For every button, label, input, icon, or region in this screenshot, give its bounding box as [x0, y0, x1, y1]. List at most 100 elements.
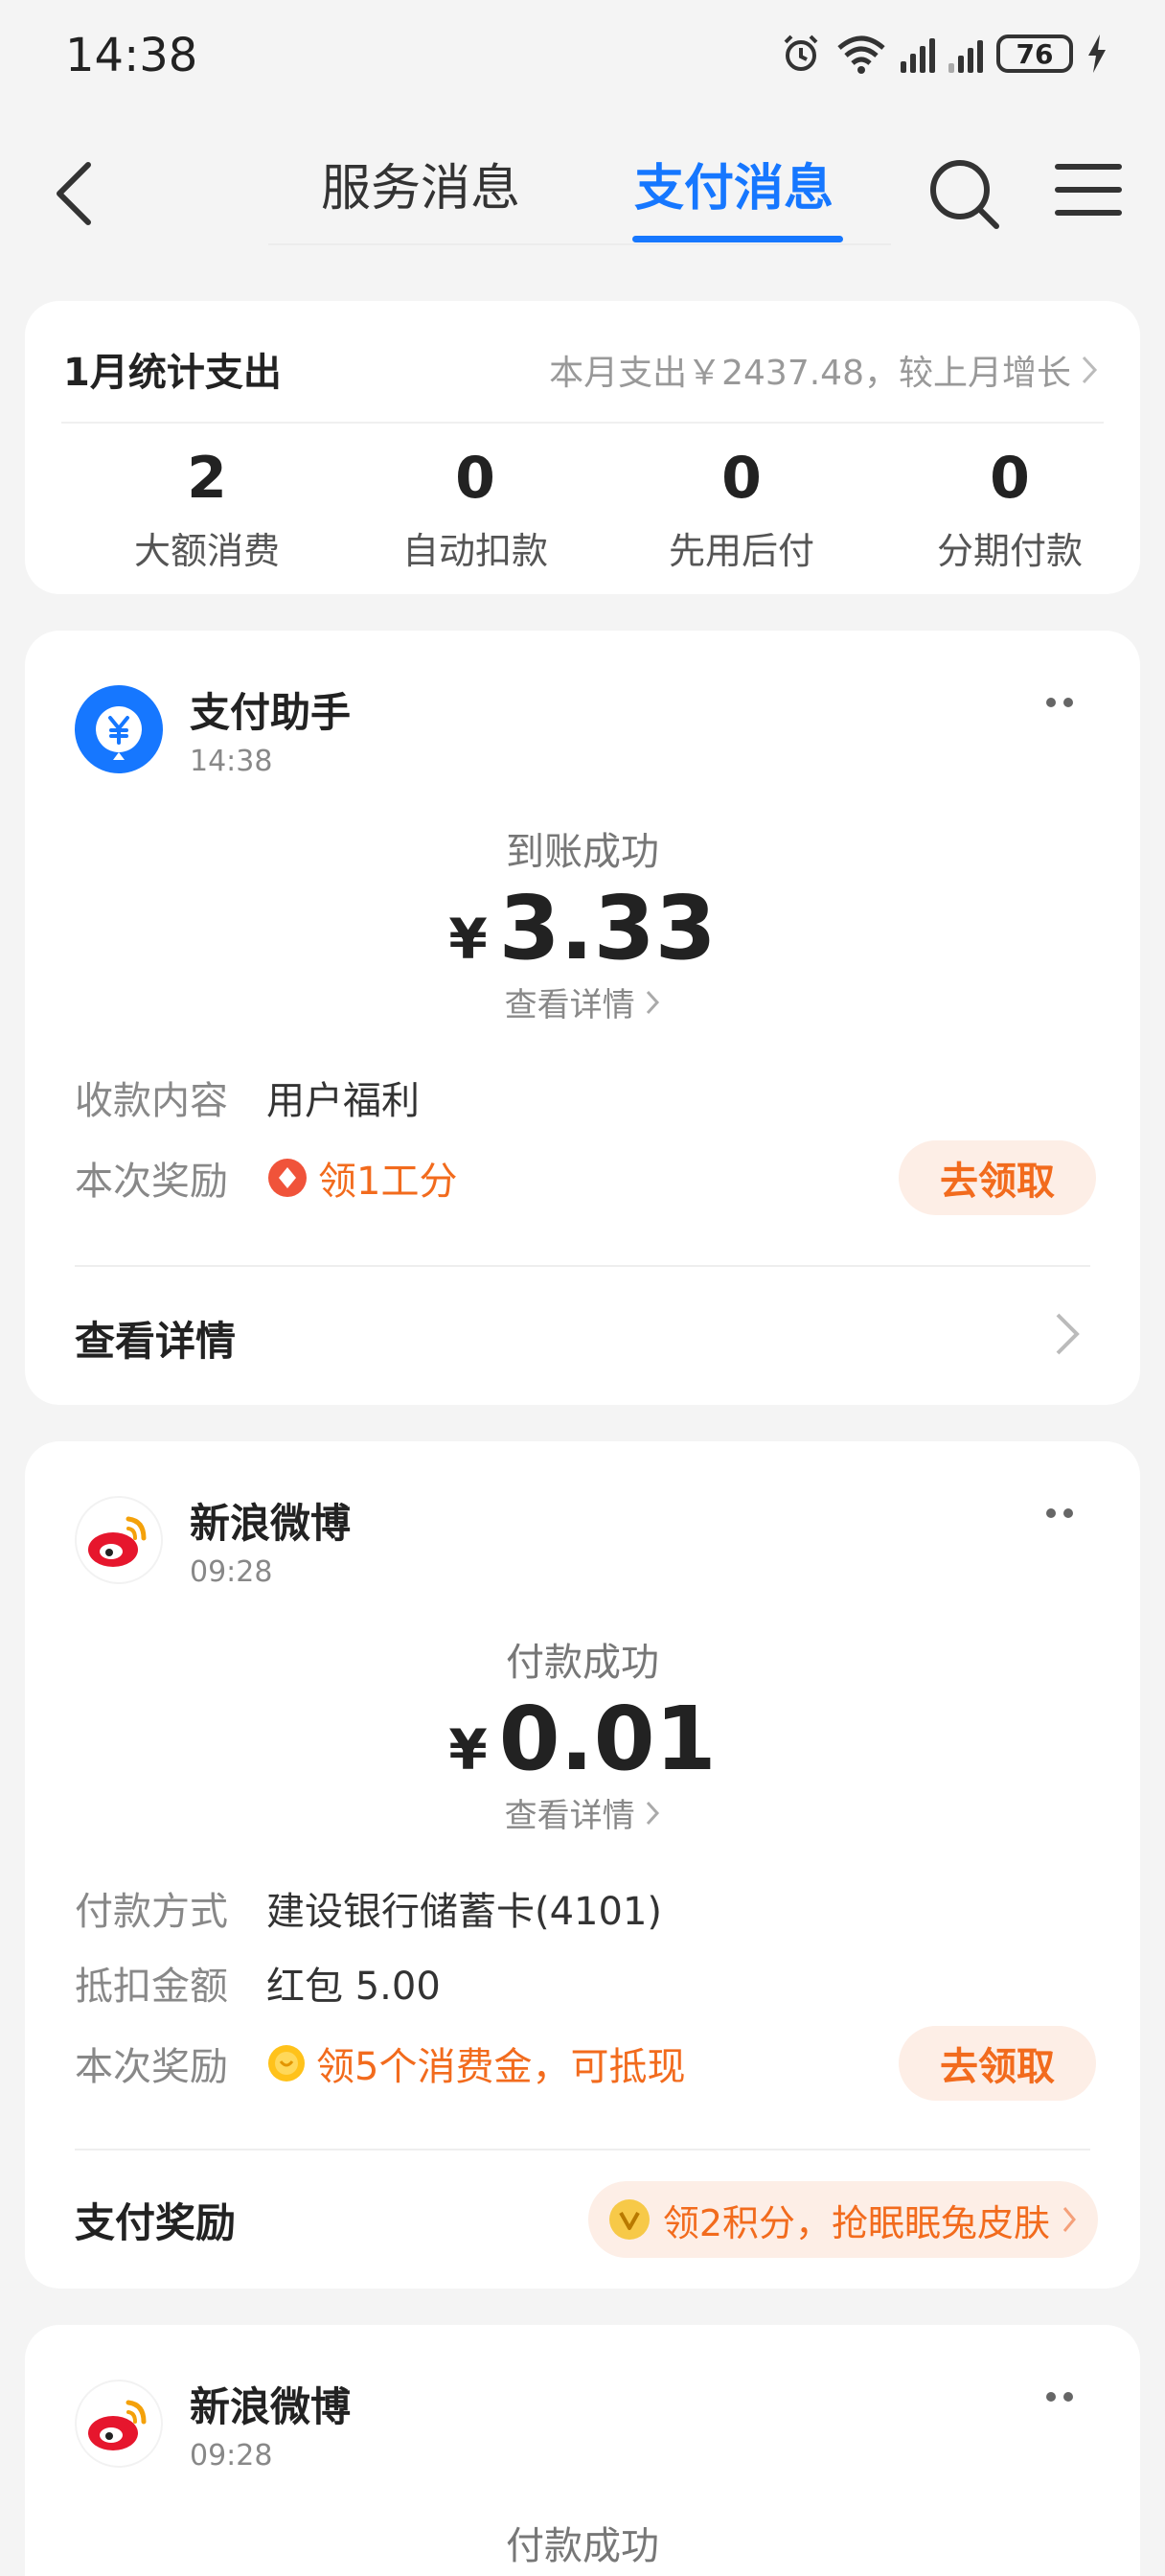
search-icon[interactable] [925, 155, 1002, 232]
info-row: 付款方式 建设银行储蓄卡(4101) [75, 1880, 662, 1936]
chevron-right-icon [647, 991, 660, 1015]
row-key: 收款内容 [75, 1079, 228, 1123]
active-tab-indicator [632, 236, 843, 242]
tab-service-messages[interactable]: 服务消息 [321, 148, 520, 219]
stat-value: 0 [721, 445, 762, 512]
back-arrow-icon[interactable] [52, 159, 98, 228]
weibo-logo-icon [88, 2400, 147, 2450]
view-details-label: 查看详情 [504, 986, 635, 1025]
view-details-link[interactable]: 查看详情 [25, 978, 1140, 1025]
footer-view-details[interactable]: 查看详情 [75, 1309, 236, 1368]
info-row: 本次奖励 领5个消费金，可抵现 [75, 2036, 685, 2091]
nav-bar: 服务消息 支付消息 [0, 115, 1165, 259]
stat-label: 大额消费 [133, 530, 280, 572]
summary-description[interactable]: 本月支出￥2437.48，较上月增长 [549, 345, 1098, 395]
yuan-icon [96, 706, 142, 760]
more-options-icon[interactable] [1046, 2392, 1073, 2402]
payment-assistant-avatar [75, 685, 163, 773]
stat-value: 2 [187, 445, 227, 512]
more-options-icon[interactable] [1046, 698, 1073, 707]
divider [61, 422, 1104, 424]
currency-symbol: ¥ [448, 1717, 488, 1782]
reward-text: 领5个消费金，可抵现 [266, 2036, 685, 2091]
stat-label: 先用后付 [668, 530, 814, 572]
points-badge-icon [608, 2199, 650, 2240]
message-time: 09:28 [190, 2439, 273, 2472]
stat-pay-later[interactable]: 0 先用后付 [627, 445, 857, 574]
status-bar: 14:38 76 [0, 0, 1165, 115]
amount-value: 3.33 [498, 877, 717, 979]
row-key: 本次奖励 [75, 2045, 228, 2089]
stat-auto-deduct[interactable]: 0 自动扣款 [360, 445, 590, 574]
info-row: 收款内容 用户福利 [75, 1070, 420, 1125]
reward-value: 领5个消费金，可抵现 [316, 2045, 686, 2089]
info-row: 抵扣金额 红包 5.00 [75, 1955, 441, 2011]
status-icons: 76 [780, 33, 1108, 75]
tab-divider [268, 243, 891, 245]
claim-button[interactable]: 去领取 [899, 2026, 1096, 2101]
promo-pill[interactable]: 领2积分，抢眠眠兔皮肤 [587, 2181, 1098, 2258]
chevron-right-icon[interactable] [1050, 1309, 1085, 1359]
divider [75, 2149, 1090, 2150]
charging-icon [1088, 34, 1106, 73]
transaction-amount: ¥0.01 [25, 1690, 1140, 1787]
reward-value: 领1工分 [318, 1160, 458, 1204]
row-key: 本次奖励 [75, 1160, 228, 1204]
chevron-right-icon [647, 1802, 660, 1826]
promo-text: 领2积分，抢眠眠兔皮肤 [662, 2201, 1050, 2244]
stat-label: 自动扣款 [401, 530, 548, 572]
stat-value: 0 [990, 445, 1030, 512]
amount-block: 付款成功 [25, 2515, 1140, 2570]
stat-value: 0 [455, 445, 495, 512]
signal-icon [948, 34, 983, 73]
transaction-amount: ¥3.33 [25, 880, 1140, 977]
divider [75, 1265, 1090, 1267]
info-row: 本次奖励 领1工分 [75, 1150, 457, 1206]
weibo-avatar [75, 1496, 163, 1584]
claim-button[interactable]: 去领取 [899, 1140, 1096, 1215]
transaction-status: 到账成功 [506, 830, 659, 874]
message-card[interactable]: 支付助手 14:38 到账成功 ¥3.33 查看详情 收款内容 用户福利 本次奖… [25, 631, 1140, 1405]
work-points-icon [268, 1159, 307, 1197]
message-card[interactable]: 新浪微博 09:28 付款成功 [25, 2325, 1140, 2576]
chevron-right-icon [1062, 2207, 1076, 2232]
message-time: 09:28 [190, 1555, 273, 1589]
sender-name: 新浪微博 [190, 1500, 352, 1547]
tab-payment-messages[interactable]: 支付消息 [634, 148, 834, 219]
monthly-spending-summary[interactable]: 1月统计支出 本月支出￥2437.48，较上月增长 2 大额消费 0 自动扣款 … [25, 301, 1140, 594]
message-header: 新浪微博 09:28 [75, 2375, 351, 2472]
reward-text: 领1工分 [266, 1150, 457, 1206]
wifi-icon [837, 35, 885, 74]
row-key: 抵扣金额 [75, 1965, 228, 2009]
alarm-icon [784, 34, 818, 71]
transaction-status: 付款成功 [506, 2524, 659, 2568]
sender-name: 新浪微博 [190, 2383, 352, 2430]
message-card[interactable]: 新浪微博 09:28 付款成功 ¥0.01 查看详情 付款方式 建设银行储蓄卡(… [25, 1441, 1140, 2288]
stat-installment[interactable]: 0 分期付款 [895, 445, 1125, 574]
view-details-link[interactable]: 查看详情 [25, 1789, 1140, 1836]
row-key: 付款方式 [75, 1890, 228, 1934]
summary-description-text: 本月支出￥2437.48，较上月增长 [549, 354, 1071, 393]
chevron-right-icon [1082, 356, 1098, 384]
menu-icon[interactable] [1054, 159, 1123, 220]
message-time: 14:38 [190, 745, 273, 778]
summary-title: 1月统计支出 [63, 351, 282, 395]
row-value: 建设银行储蓄卡(4101) [266, 1890, 663, 1934]
weibo-avatar [75, 2380, 163, 2468]
battery-icon: 76 [996, 34, 1073, 73]
stat-large-spending[interactable]: 2 大额消费 [92, 445, 322, 574]
sender-name: 支付助手 [190, 689, 352, 736]
signal-icon [901, 34, 935, 73]
footer-payment-rewards: 支付奖励 [75, 2199, 237, 2246]
amount-block: 到账成功 ¥3.33 查看详情 [25, 820, 1140, 1025]
transaction-status: 付款成功 [506, 1641, 659, 1685]
row-value: 红包 5.00 [266, 1965, 441, 2009]
currency-symbol: ¥ [448, 907, 488, 972]
row-value: 用户福利 [266, 1079, 420, 1123]
stat-label: 分期付款 [936, 530, 1083, 572]
view-details-label: 查看详情 [504, 1797, 635, 1836]
message-header: 新浪微博 09:28 [75, 1491, 351, 1589]
coin-icon [268, 2045, 305, 2082]
more-options-icon[interactable] [1046, 1508, 1073, 1518]
amount-value: 0.01 [498, 1688, 717, 1790]
